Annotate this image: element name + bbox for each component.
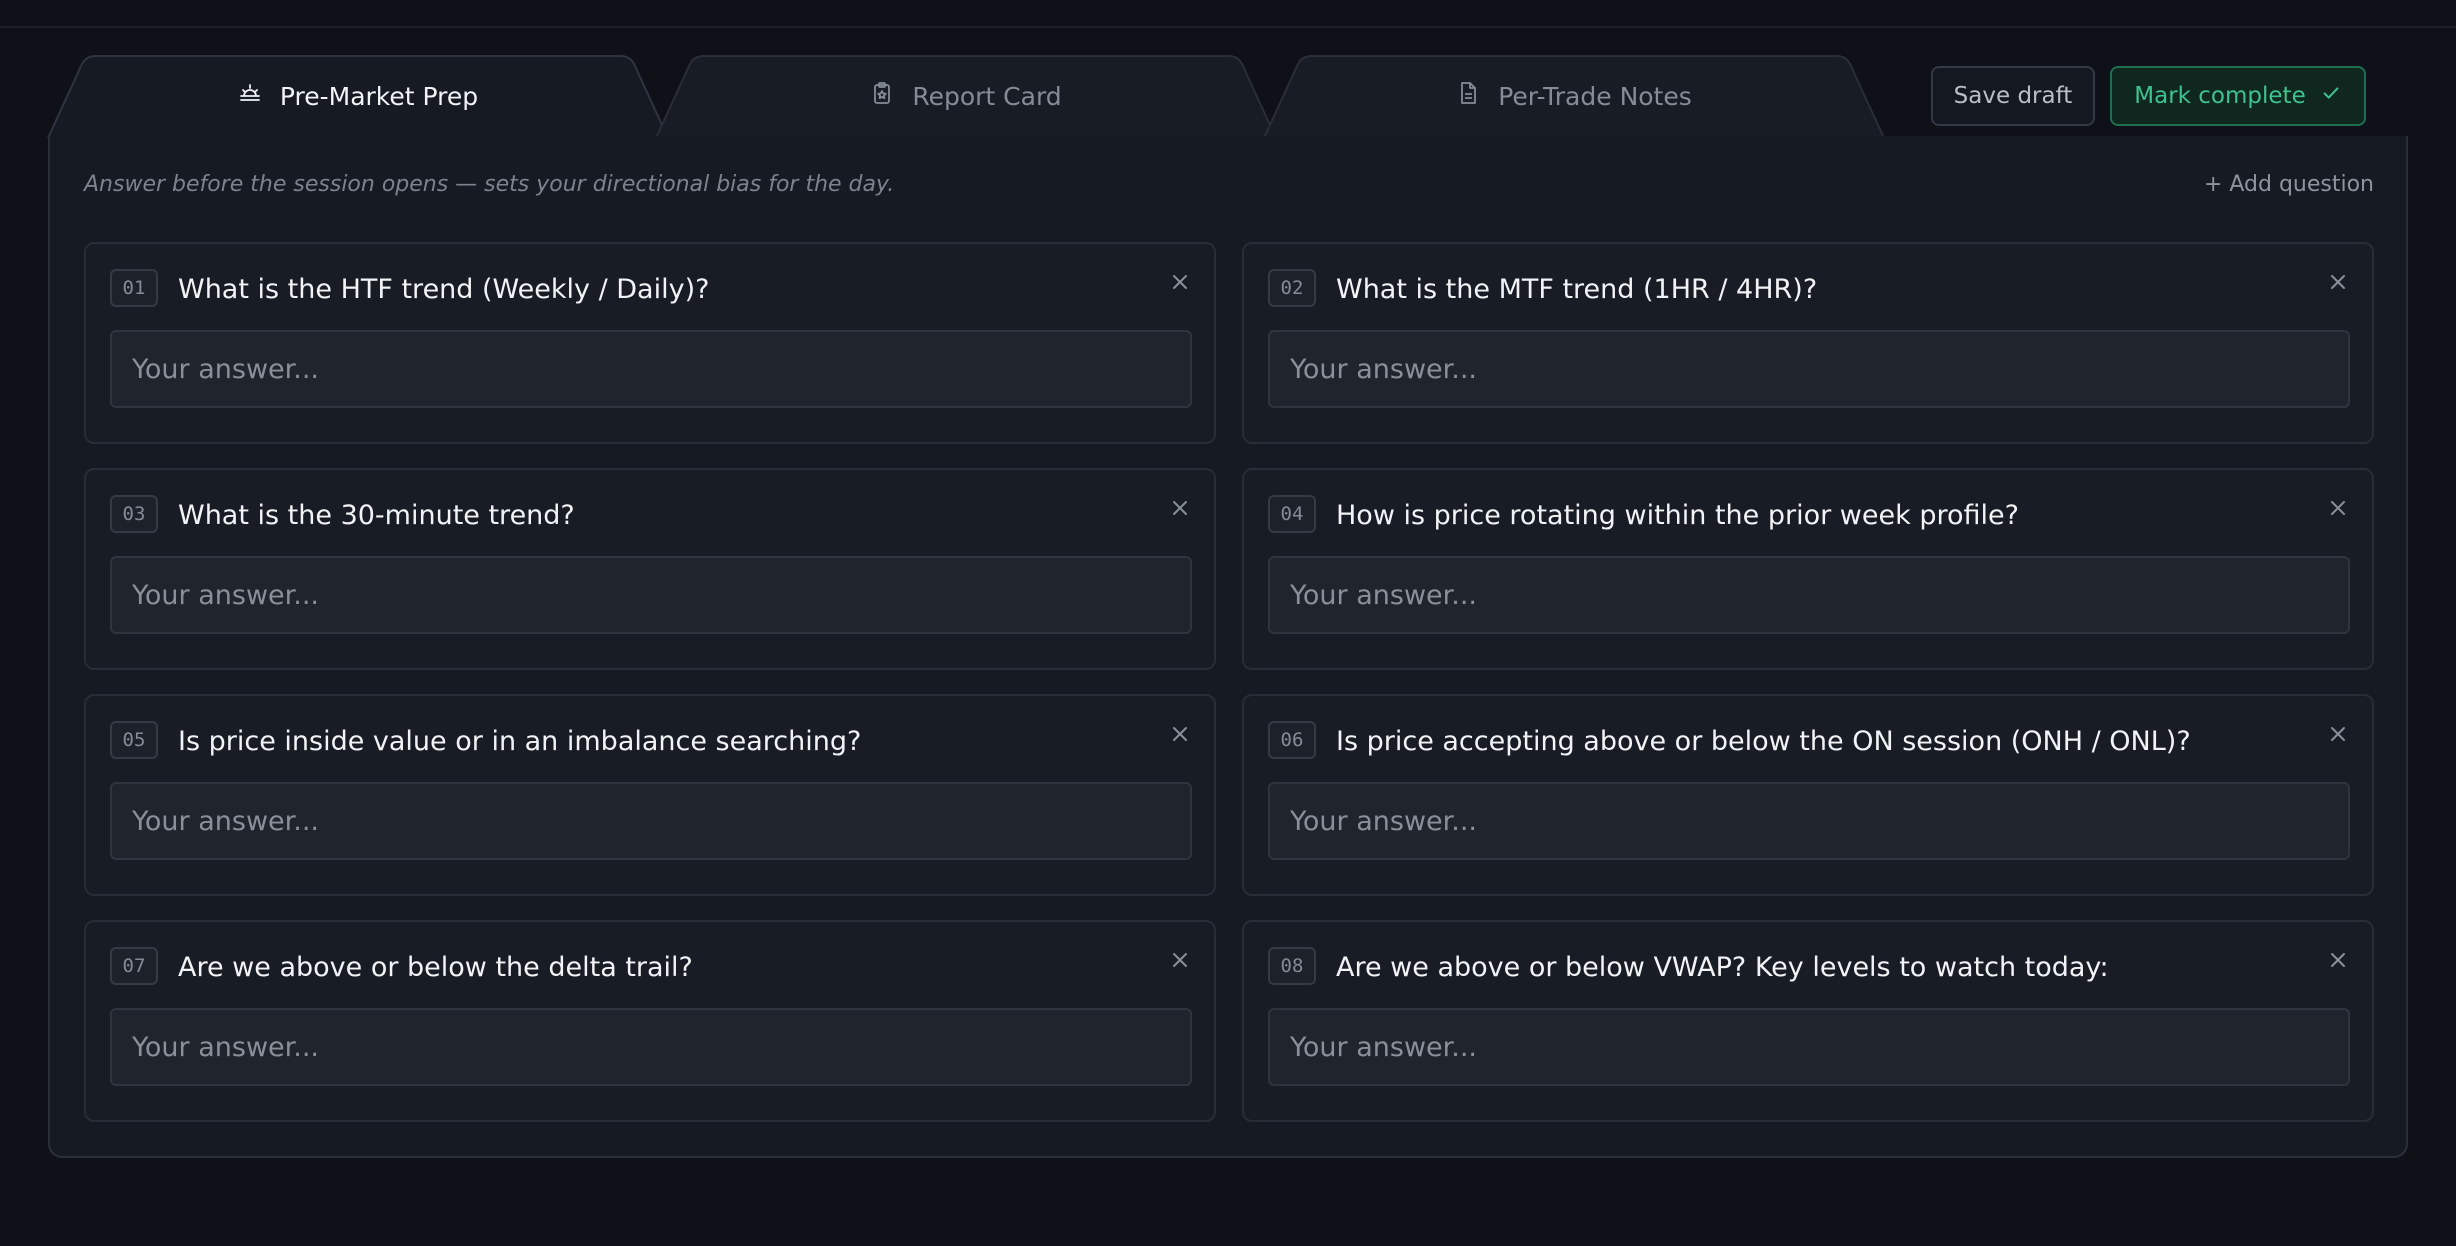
close-icon[interactable] bbox=[2326, 270, 2350, 294]
answer-input[interactable] bbox=[1268, 1008, 2350, 1086]
close-icon[interactable] bbox=[1168, 270, 1192, 294]
tab-per-trade-notes[interactable]: Per-Trade Notes bbox=[1263, 54, 1885, 139]
tab-bar: Pre-Market Prep Report Card Per-Trade No… bbox=[47, 54, 2408, 139]
close-icon[interactable] bbox=[1168, 948, 1192, 972]
question-text: What is the MTF trend (1HR / 4HR)? bbox=[1336, 274, 1818, 305]
question-text: Is price accepting above or below the ON… bbox=[1336, 726, 2191, 757]
sunrise-icon bbox=[238, 81, 262, 111]
question-number: 06 bbox=[1268, 721, 1316, 759]
close-icon[interactable] bbox=[2326, 722, 2350, 746]
question-number: 07 bbox=[110, 947, 158, 985]
mark-complete-button[interactable]: Mark complete bbox=[2110, 66, 2366, 126]
question-text: Are we above or below VWAP? Key levels t… bbox=[1336, 952, 2109, 983]
answer-input[interactable] bbox=[110, 1008, 1192, 1086]
question-text: What is the HTF trend (Weekly / Daily)? bbox=[178, 274, 710, 305]
question-number: 08 bbox=[1268, 947, 1316, 985]
question-grid: 01 What is the HTF trend (Weekly / Daily… bbox=[84, 242, 2376, 1122]
question-text: Is price inside value or in an imbalance… bbox=[178, 726, 862, 757]
question-number: 01 bbox=[110, 269, 158, 307]
pre-market-prep-panel: Answer before the session opens — sets y… bbox=[48, 136, 2408, 1158]
question-text: What is the 30-minute trend? bbox=[178, 500, 575, 531]
mark-complete-label: Mark complete bbox=[2134, 83, 2306, 109]
close-icon[interactable] bbox=[2326, 948, 2350, 972]
question-card: 08 Are we above or below VWAP? Key level… bbox=[1242, 920, 2374, 1122]
question-text: Are we above or below the delta trail? bbox=[178, 952, 693, 983]
question-card: 06 Is price accepting above or below the… bbox=[1242, 694, 2374, 896]
answer-input[interactable] bbox=[1268, 330, 2350, 408]
top-divider bbox=[0, 26, 2456, 28]
save-draft-label: Save draft bbox=[1953, 83, 2073, 109]
answer-input[interactable] bbox=[110, 556, 1192, 634]
tab-label: Report Card bbox=[912, 81, 1062, 111]
tab-label: Per-Trade Notes bbox=[1498, 81, 1692, 111]
question-text: How is price rotating within the prior w… bbox=[1336, 500, 2019, 531]
answer-input[interactable] bbox=[1268, 556, 2350, 634]
close-icon[interactable] bbox=[1168, 496, 1192, 520]
panel-subtitle: Answer before the session opens — sets y… bbox=[84, 172, 895, 197]
question-card: 03 What is the 30-minute trend? bbox=[84, 468, 1216, 670]
question-card: 07 Are we above or below the delta trail… bbox=[84, 920, 1216, 1122]
tab-pre-market-prep[interactable]: Pre-Market Prep bbox=[47, 54, 669, 139]
tab-label: Pre-Market Prep bbox=[279, 81, 479, 111]
save-draft-button[interactable]: Save draft bbox=[1931, 66, 2095, 126]
add-question-button[interactable]: + Add question bbox=[2204, 172, 2374, 197]
tab-report-card[interactable]: Report Card bbox=[655, 54, 1277, 139]
answer-input[interactable] bbox=[110, 782, 1192, 860]
clipboard-icon bbox=[870, 81, 894, 111]
question-card: 02 What is the MTF trend (1HR / 4HR)? bbox=[1242, 242, 2374, 444]
question-number: 02 bbox=[1268, 269, 1316, 307]
question-number: 05 bbox=[110, 721, 158, 759]
question-card: 04 How is price rotating within the prio… bbox=[1242, 468, 2374, 670]
close-icon[interactable] bbox=[1168, 722, 1192, 746]
check-icon bbox=[2320, 82, 2342, 110]
close-icon[interactable] bbox=[2326, 496, 2350, 520]
question-number: 04 bbox=[1268, 495, 1316, 533]
document-icon bbox=[1456, 81, 1480, 111]
question-card: 01 What is the HTF trend (Weekly / Daily… bbox=[84, 242, 1216, 444]
answer-input[interactable] bbox=[110, 330, 1192, 408]
answer-input[interactable] bbox=[1268, 782, 2350, 860]
question-card: 05 Is price inside value or in an imbala… bbox=[84, 694, 1216, 896]
question-number: 03 bbox=[110, 495, 158, 533]
